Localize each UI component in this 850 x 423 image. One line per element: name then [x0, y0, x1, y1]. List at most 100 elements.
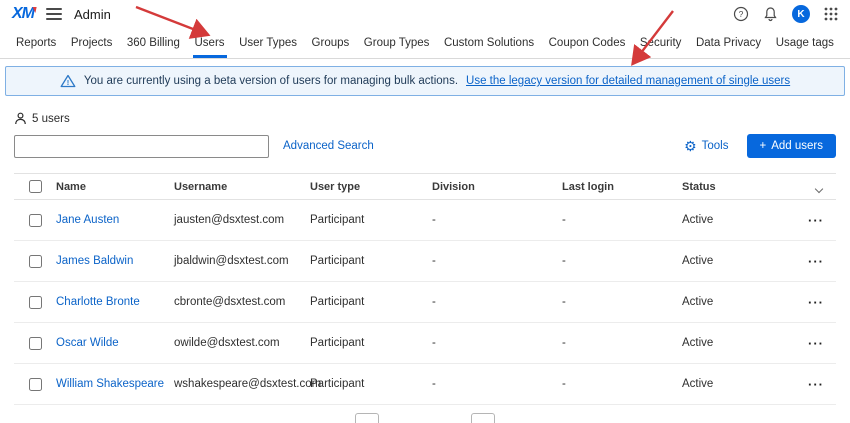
admin-users-page: XM Admin ? K Reports Projects [0, 0, 850, 423]
user-name-link[interactable]: William Shakespeare [56, 378, 174, 390]
tab-custom-solutions[interactable]: Custom Solutions [442, 32, 536, 58]
tools-button[interactable]: ⚙ Tools [684, 138, 728, 155]
logo-x: X [12, 5, 22, 22]
cell-user-type: Participant [310, 296, 432, 308]
help-icon[interactable]: ? [733, 6, 749, 22]
cell-user-type: Participant [310, 337, 432, 349]
cell-last-login: - [562, 337, 682, 349]
user-name-link[interactable]: James Baldwin [56, 255, 174, 267]
cell-division: - [432, 296, 562, 308]
cell-last-login: - [562, 255, 682, 267]
top-bar: XM Admin ? K [0, 0, 850, 28]
more-options-icon[interactable]: ··· [808, 295, 824, 310]
cell-status: Active [682, 255, 800, 267]
tools-label: Tools [702, 140, 729, 152]
cell-last-login: - [562, 214, 682, 226]
tab-reports[interactable]: Reports [14, 32, 58, 58]
user-name-link[interactable]: Charlotte Bronte [56, 296, 174, 308]
row-checkbox[interactable] [29, 296, 42, 309]
tab-projects[interactable]: Projects [69, 32, 115, 58]
svg-text:!: ! [67, 78, 70, 87]
table-row: Oscar Wilde owilde@dsxtest.com Participa… [14, 323, 836, 364]
logo-red-accent [31, 7, 36, 13]
user-count-label: 5 users [32, 113, 70, 125]
app-grid-icon[interactable] [824, 7, 838, 21]
chevron-down-icon[interactable] [815, 184, 823, 192]
cell-status: Active [682, 214, 800, 226]
users-table: Name Username User type Division Last lo… [14, 173, 836, 405]
tab-usage-tags[interactable]: Usage tags [774, 32, 836, 58]
notifications-bell-icon[interactable] [763, 6, 778, 22]
legacy-version-link[interactable]: Use the legacy version for detailed mana… [466, 75, 790, 87]
hamburger-menu-icon[interactable] [46, 8, 62, 20]
cell-username: jausten@dsxtest.com [174, 214, 310, 226]
more-options-icon[interactable]: ··· [808, 336, 824, 351]
cell-username: jbaldwin@dsxtest.com [174, 255, 310, 267]
cell-status: Active [682, 378, 800, 390]
beta-warning-banner: ! You are currently using a beta version… [5, 66, 845, 96]
cell-user-type: Participant [310, 378, 432, 390]
col-header-last-login: Last login [562, 181, 682, 193]
cell-username: cbronte@dsxtest.com [174, 296, 310, 308]
search-actions-row: Advanced Search ⚙ Tools + Add users [14, 134, 836, 158]
tab-coupon-codes[interactable]: Coupon Codes [547, 32, 628, 58]
cell-username: wshakespeare@dsxtest.com [174, 378, 310, 390]
user-count-row: 5 users [14, 112, 836, 125]
table-row: Jane Austen jausten@dsxtest.com Particip… [14, 200, 836, 241]
col-header-user-type: User type [310, 181, 432, 193]
col-header-status: Status [682, 181, 800, 193]
tab-group-types[interactable]: Group Types [362, 32, 432, 58]
cell-division: - [432, 255, 562, 267]
row-checkbox[interactable] [29, 214, 42, 227]
admin-nav-tabs: Reports Projects 360 Billing Users User … [0, 28, 850, 59]
user-name-link[interactable]: Oscar Wilde [56, 337, 174, 349]
gear-icon: ⚙ [684, 138, 697, 155]
select-all-checkbox[interactable] [29, 180, 42, 193]
row-checkbox[interactable] [29, 378, 42, 391]
advanced-search-link[interactable]: Advanced Search [283, 140, 374, 152]
row-checkbox[interactable] [29, 255, 42, 268]
tab-360-billing[interactable]: 360 Billing [125, 32, 182, 58]
cell-user-type: Participant [310, 214, 432, 226]
page-title: Admin [74, 7, 111, 22]
user-name-link[interactable]: Jane Austen [56, 214, 174, 226]
col-header-name: Name [56, 181, 174, 193]
add-users-button[interactable]: + Add users [747, 134, 837, 158]
pagination-prev-button[interactable] [355, 413, 379, 423]
tab-data-privacy[interactable]: Data Privacy [694, 32, 763, 58]
cell-division: - [432, 337, 562, 349]
cell-division: - [432, 378, 562, 390]
banner-text: You are currently using a beta version o… [84, 75, 458, 87]
pagination [0, 413, 850, 423]
table-row: Charlotte Bronte cbronte@dsxtest.com Par… [14, 282, 836, 323]
table-row: William Shakespeare wshakespeare@dsxtest… [14, 364, 836, 405]
row-checkbox[interactable] [29, 337, 42, 350]
cell-status: Active [682, 337, 800, 349]
xm-logo: XM [12, 5, 34, 23]
cell-last-login: - [562, 296, 682, 308]
main-content: 5 users Advanced Search ⚙ Tools + Add us… [0, 112, 850, 405]
tab-user-types[interactable]: User Types [237, 32, 299, 58]
plus-icon: + [760, 140, 767, 152]
cell-user-type: Participant [310, 255, 432, 267]
tab-security[interactable]: Security [638, 32, 684, 58]
more-options-icon[interactable]: ··· [808, 254, 824, 269]
person-icon [14, 112, 27, 125]
more-options-icon[interactable]: ··· [808, 377, 824, 392]
more-options-icon[interactable]: ··· [808, 213, 824, 228]
cell-division: - [432, 214, 562, 226]
pagination-next-button[interactable] [471, 413, 495, 423]
cell-username: owilde@dsxtest.com [174, 337, 310, 349]
user-avatar[interactable]: K [792, 5, 810, 23]
topbar-actions: ? K [733, 5, 838, 23]
search-input[interactable] [14, 135, 269, 158]
table-row: James Baldwin jbaldwin@dsxtest.com Parti… [14, 241, 836, 282]
tab-users[interactable]: Users [193, 32, 227, 58]
col-header-division: Division [432, 181, 562, 193]
cell-status: Active [682, 296, 800, 308]
warning-triangle-icon: ! [60, 74, 76, 88]
svg-text:?: ? [739, 9, 744, 19]
col-header-username: Username [174, 181, 310, 193]
add-users-label: Add users [771, 140, 823, 152]
tab-groups[interactable]: Groups [310, 32, 352, 58]
